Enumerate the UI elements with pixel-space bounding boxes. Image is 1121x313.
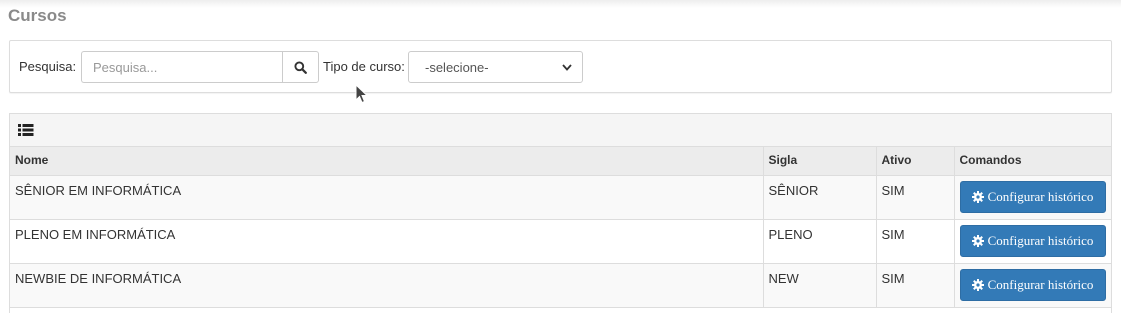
column-header-sigla[interactable]: Sigla <box>762 147 877 176</box>
table-header-row: Nome Sigla Ativo Comandos <box>10 147 1111 176</box>
column-header-ativo[interactable]: Ativo <box>875 147 955 176</box>
page-title: Cursos <box>8 6 67 25</box>
panel-heading <box>10 114 1111 147</box>
table-row: SÊNIOR EM INFORMÁTICA SÊNIOR SIM Configu… <box>10 174 1111 220</box>
gear-icon <box>971 278 984 291</box>
gear-icon <box>971 190 984 203</box>
cell-ativo: SIM <box>875 262 955 308</box>
cell-ativo: SIM <box>875 174 955 220</box>
table-row: PLENO EM INFORMÁTICA PLENO SIM Configura… <box>10 218 1111 264</box>
configure-history-label: Configurar histórico <box>987 232 1094 248</box>
course-type-selected: -selecione- <box>425 59 489 75</box>
cell-sigla: NEW <box>762 262 877 308</box>
configure-history-button[interactable]: Configurar histórico <box>959 268 1106 301</box>
search-input[interactable] <box>81 51 283 83</box>
courses-table: Nome Sigla Ativo Comandos SÊNIOR EM INFO… <box>10 147 1111 308</box>
cell-sigla: SÊNIOR <box>762 174 877 220</box>
cell-sigla: PLENO <box>762 218 877 264</box>
list-icon <box>18 124 34 136</box>
chevron-down-icon <box>562 63 572 71</box>
courses-panel: Nome Sigla Ativo Comandos SÊNIOR EM INFO… <box>9 113 1112 313</box>
cell-comandos: Configurar histórico <box>953 174 1111 220</box>
cell-ativo: SIM <box>875 218 955 264</box>
search-button[interactable] <box>282 51 319 83</box>
search-icon <box>294 60 307 74</box>
cell-nome: PLENO EM INFORMÁTICA <box>10 218 764 264</box>
course-type-select[interactable]: -selecione- <box>408 51 583 83</box>
cell-comandos: Configurar histórico <box>953 262 1111 308</box>
filter-panel: Pesquisa: Tipo de curso: -selecione- <box>9 40 1112 93</box>
gear-icon <box>971 234 984 247</box>
course-type-label: Tipo de curso: <box>323 59 405 74</box>
configure-history-button[interactable]: Configurar histórico <box>959 180 1106 213</box>
cell-comandos: Configurar histórico <box>953 218 1111 264</box>
top-shadow <box>0 0 1121 8</box>
configure-history-label: Configurar histórico <box>987 276 1094 292</box>
configure-history-label: Configurar histórico <box>987 188 1094 204</box>
table-row: NEWBIE DE INFORMÁTICA NEW SIM Configurar… <box>10 262 1111 308</box>
search-label: Pesquisa: <box>19 59 77 74</box>
column-header-nome[interactable]: Nome <box>10 147 764 176</box>
cell-nome: NEWBIE DE INFORMÁTICA <box>10 262 764 308</box>
configure-history-button[interactable]: Configurar histórico <box>959 224 1106 257</box>
column-header-comandos: Comandos <box>953 147 1111 176</box>
cell-nome: SÊNIOR EM INFORMÁTICA <box>10 174 764 220</box>
mouse-cursor-icon <box>355 84 369 104</box>
